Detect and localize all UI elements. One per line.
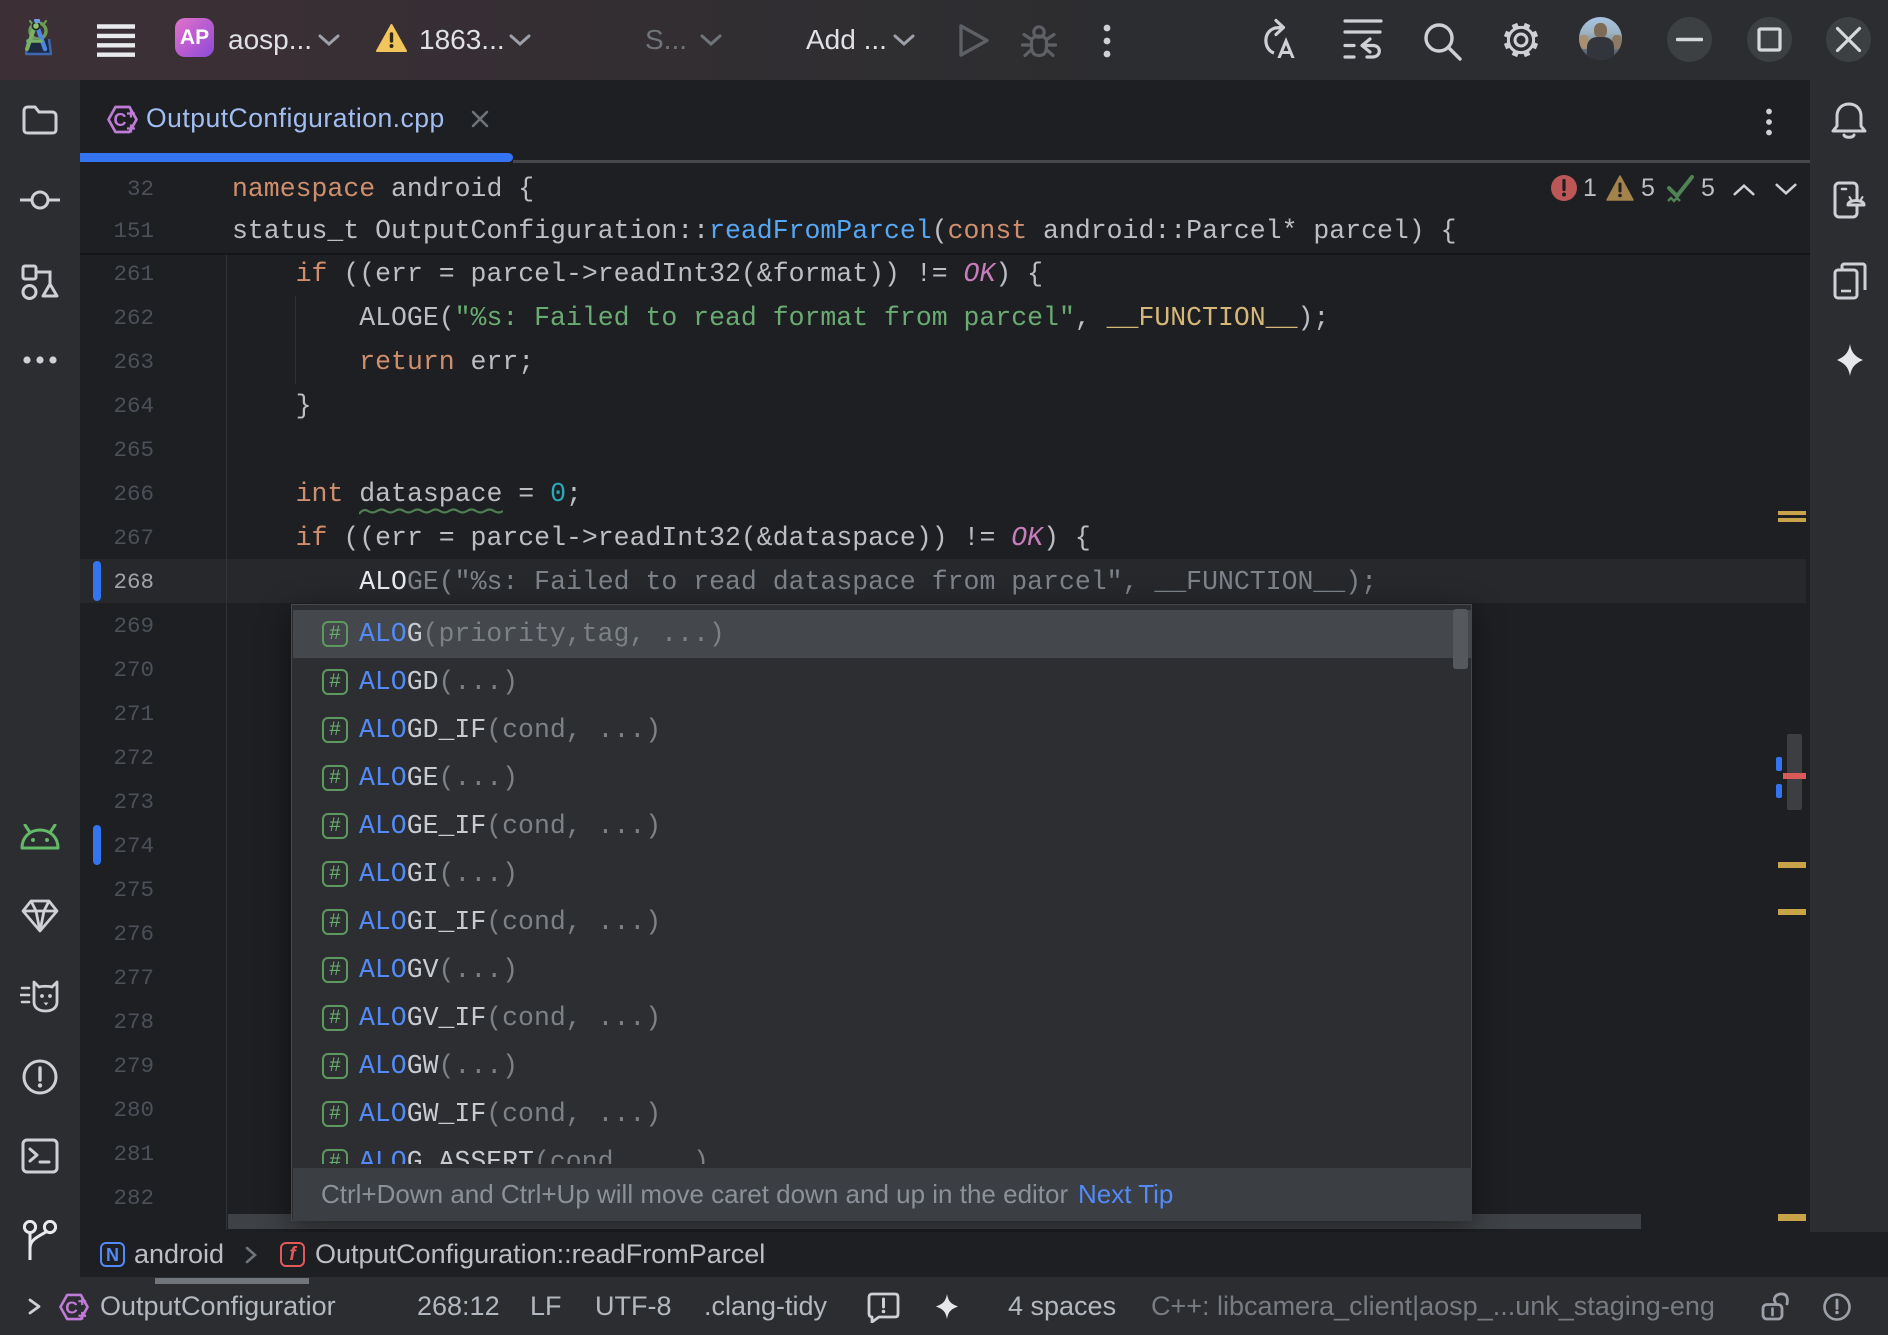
svg-text:C: C <box>114 110 127 130</box>
svg-text:C: C <box>65 1297 78 1317</box>
